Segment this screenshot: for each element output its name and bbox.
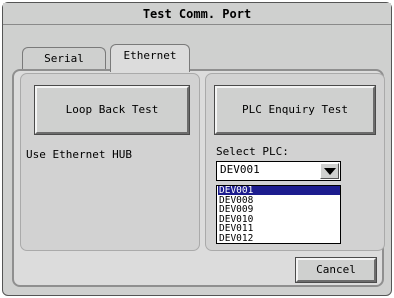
dropdown-arrow-button[interactable] (320, 163, 339, 179)
plc-option[interactable]: DEV001 (218, 186, 340, 195)
plc-option[interactable]: DEV011 (218, 224, 340, 234)
plc-options-list[interactable]: DEV001 DEV008 DEV009 DEV010 DEV011 DEV01… (216, 185, 341, 244)
select-plc-dropdown[interactable]: DEV001 (216, 161, 341, 181)
title-bar: Test Comm. Port (3, 3, 391, 25)
window-title: Test Comm. Port (142, 7, 252, 21)
ethernet-hub-note: Use Ethernet HUB (26, 148, 132, 161)
cancel-button[interactable]: Cancel (295, 257, 377, 283)
loop-back-test-button[interactable]: Loop Back Test (34, 85, 190, 135)
plc-enquiry-test-button[interactable]: PLC Enquiry Test (214, 85, 376, 135)
plc-option[interactable]: DEV009 (218, 205, 340, 215)
plc-option[interactable]: DEV012 (218, 233, 340, 243)
tab-ethernet[interactable]: Ethernet (110, 44, 190, 72)
select-plc-value: DEV001 (220, 163, 260, 176)
select-plc-label: Select PLC: (216, 145, 289, 158)
triangle-down-icon (324, 168, 336, 175)
tab-serial[interactable]: Serial (22, 47, 106, 71)
